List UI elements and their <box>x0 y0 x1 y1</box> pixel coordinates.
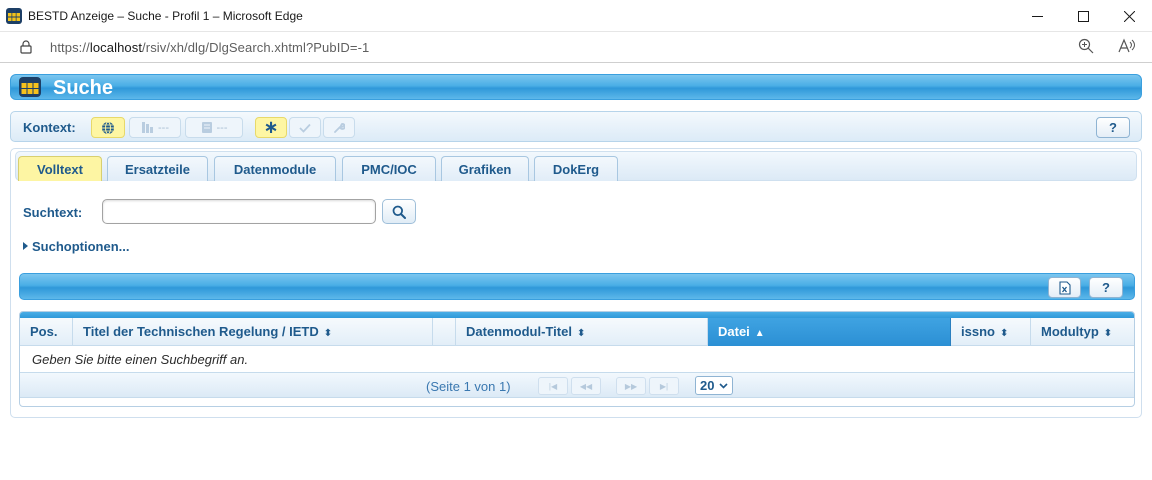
search-icon <box>392 205 406 219</box>
sort-icon: ⬍ <box>999 328 1009 339</box>
chevron-down-icon <box>719 383 728 389</box>
checkmark-icon <box>299 123 311 133</box>
rows-per-page-select[interactable]: 20 <box>695 376 733 395</box>
lock-icon[interactable] <box>20 40 32 54</box>
table-header-row: Pos. Titel der Technischen Regelung / IE… <box>20 318 1134 346</box>
column-header-datenmodul-titel[interactable]: Datenmodul-Titel ⬍ <box>456 318 708 346</box>
close-button[interactable] <box>1106 0 1152 32</box>
kontext-settings-button[interactable] <box>323 117 355 138</box>
url-scheme: https:// <box>50 40 90 55</box>
library-icon <box>142 122 153 133</box>
url-path: /rsiv/xh/dlg/DlgSearch.xhtml?PubID=-1 <box>142 40 370 55</box>
column-label: Datenmodul-Titel <box>466 324 572 339</box>
results-toolbar: ? <box>19 273 1135 300</box>
excel-export-icon <box>1058 280 1071 295</box>
page-title: Suche <box>53 77 114 99</box>
first-page-icon: |◀ <box>548 381 558 391</box>
column-label: Modultyp <box>1041 324 1099 339</box>
kontext-document-button[interactable]: --- <box>185 117 243 138</box>
column-label: Titel der Technischen Regelung / IETD <box>83 324 319 339</box>
search-button[interactable] <box>382 199 416 224</box>
wrench-icon <box>334 122 345 133</box>
url-field[interactable]: https://localhost/rsiv/xh/dlg/DlgSearch.… <box>50 40 369 55</box>
kontext-confirm-button[interactable] <box>289 117 321 138</box>
next-page-button[interactable]: ▶▶ <box>616 377 646 395</box>
tab-datenmodule[interactable]: Datenmodule <box>214 156 336 181</box>
app-logo-icon <box>19 77 41 97</box>
next-page-icon: ▶▶ <box>624 381 638 391</box>
kontext-wildcard-button[interactable]: ∗ <box>255 117 287 138</box>
empty-table-message: Geben Sie bitte einen Suchbegriff an. <box>32 352 249 367</box>
kontext-toolbar: Kontext: --- --- ∗ ? <box>10 111 1142 142</box>
maximize-button[interactable] <box>1060 0 1106 32</box>
close-icon <box>1123 10 1135 22</box>
pager-status: (Seite 1 von 1) <box>426 379 511 394</box>
kontext-global-button[interactable] <box>91 117 125 138</box>
column-label: Pos. <box>30 324 58 339</box>
url-host: localhost <box>89 40 143 55</box>
kontext-library-value: --- <box>158 121 169 134</box>
search-input[interactable] <box>102 199 376 224</box>
last-page-button[interactable]: ▶| <box>649 377 679 395</box>
tab-grafiken[interactable]: Grafiken <box>441 156 529 181</box>
page-content: Suche Kontext: --- --- ∗ ? Volltext Ersa… <box>0 64 1152 480</box>
rows-per-page-value: 20 <box>700 378 715 393</box>
results-help-button[interactable]: ? <box>1089 277 1123 298</box>
tab-pmc-ioc[interactable]: PMC/IOC <box>342 156 436 181</box>
last-page-icon: ▶| <box>659 381 669 391</box>
window-title: BESTD Anzeige – Suche - Profil 1 – Micro… <box>28 9 303 23</box>
minimize-icon <box>1031 15 1043 17</box>
sort-ascending-icon: ▲ <box>754 328 765 339</box>
search-options-label: Suchoptionen... <box>32 239 130 254</box>
kontext-label: Kontext: <box>23 120 76 135</box>
tab-dokerg[interactable]: DokErg <box>534 156 618 181</box>
window-titlebar: BESTD Anzeige – Suche - Profil 1 – Micro… <box>0 0 1152 32</box>
column-header-issno[interactable]: issno ⬍ <box>951 318 1031 346</box>
sort-icon: ⬍ <box>576 328 586 339</box>
previous-page-icon: ◀◀ <box>579 381 593 391</box>
sort-icon: ⬍ <box>1103 328 1113 339</box>
search-tabs: Volltext Ersatzteile Datenmodule PMC/IOC… <box>15 151 1137 181</box>
previous-page-button[interactable]: ◀◀ <box>571 377 601 395</box>
read-aloud-icon[interactable] <box>1118 38 1136 54</box>
search-label: Suchtext: <box>23 205 83 220</box>
column-header-datei[interactable]: Datei ▲ <box>708 318 951 346</box>
column-header-blank <box>433 318 456 346</box>
minimize-button[interactable] <box>1014 0 1060 32</box>
kontext-help-button[interactable]: ? <box>1096 117 1130 138</box>
kontext-document-value: --- <box>216 121 228 134</box>
search-options-toggle[interactable]: Suchoptionen... <box>23 239 130 254</box>
book-icon <box>201 122 212 133</box>
asterisk-icon: ∗ <box>263 117 279 137</box>
column-header-pos[interactable]: Pos. <box>20 318 73 346</box>
address-bar: https://localhost/rsiv/xh/dlg/DlgSearch.… <box>0 32 1152 63</box>
column-header-titel[interactable]: Titel der Technischen Regelung / IETD ⬍ <box>73 318 433 346</box>
tab-ersatzteile[interactable]: Ersatzteile <box>107 156 208 181</box>
app-icon <box>6 8 22 24</box>
column-label: Datei <box>718 324 750 339</box>
column-header-modultyp[interactable]: Modultyp ⬍ <box>1031 318 1134 346</box>
search-panel: Volltext Ersatzteile Datenmodule PMC/IOC… <box>10 148 1142 418</box>
first-page-button[interactable]: |◀ <box>538 377 568 395</box>
zoom-icon[interactable] <box>1078 38 1094 54</box>
tab-volltext[interactable]: Volltext <box>18 156 102 181</box>
export-excel-button[interactable] <box>1048 277 1081 298</box>
maximize-icon <box>1077 10 1089 22</box>
column-label: issno <box>961 324 995 339</box>
kontext-library-button[interactable]: --- <box>129 117 181 138</box>
expand-arrow-icon <box>23 242 28 250</box>
table-pager: (Seite 1 von 1) |◀ ◀◀ ▶▶ ▶| 20 <box>20 372 1134 398</box>
globe-icon <box>102 121 114 134</box>
page-header: Suche <box>10 74 1142 100</box>
results-table: Pos. Titel der Technischen Regelung / IE… <box>19 311 1135 407</box>
sort-icon: ⬍ <box>323 328 333 339</box>
